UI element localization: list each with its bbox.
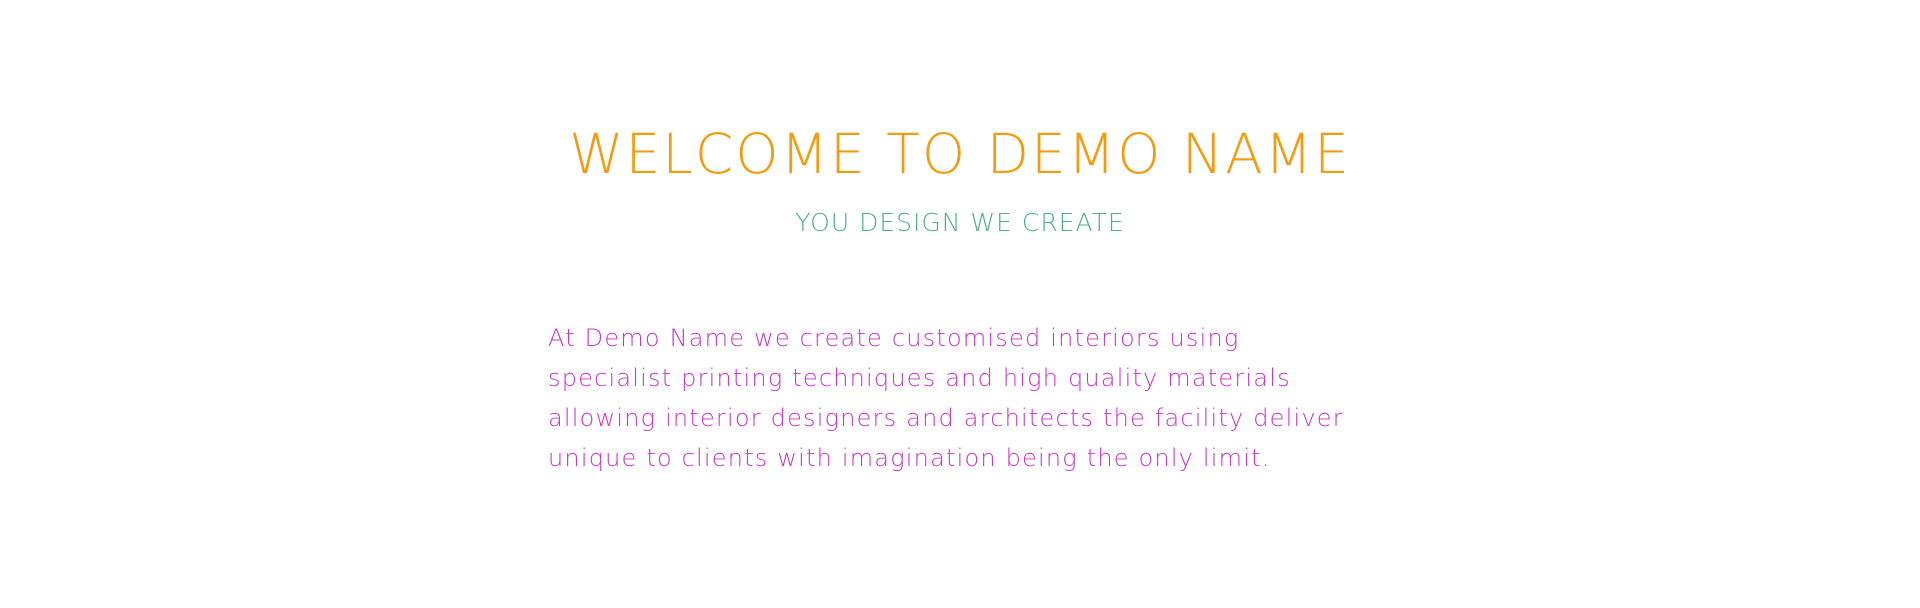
intro-paragraph: At Demo Name we create customised interi… bbox=[548, 318, 1408, 478]
intro-line: specialist printing techniques and high … bbox=[548, 364, 1291, 392]
intro-line: At Demo Name we create customised interi… bbox=[548, 324, 1240, 352]
intro-line: allowing interior designers and architec… bbox=[548, 404, 1344, 432]
welcome-section: WELCOME TO DEMO NAME YOU DESIGN WE CREAT… bbox=[0, 0, 1920, 608]
intro-line: unique to clients with imagination being… bbox=[548, 444, 1271, 472]
page-title: WELCOME TO DEMO NAME bbox=[569, 122, 1351, 186]
page-subtitle: YOU DESIGN WE CREATE bbox=[795, 208, 1125, 237]
